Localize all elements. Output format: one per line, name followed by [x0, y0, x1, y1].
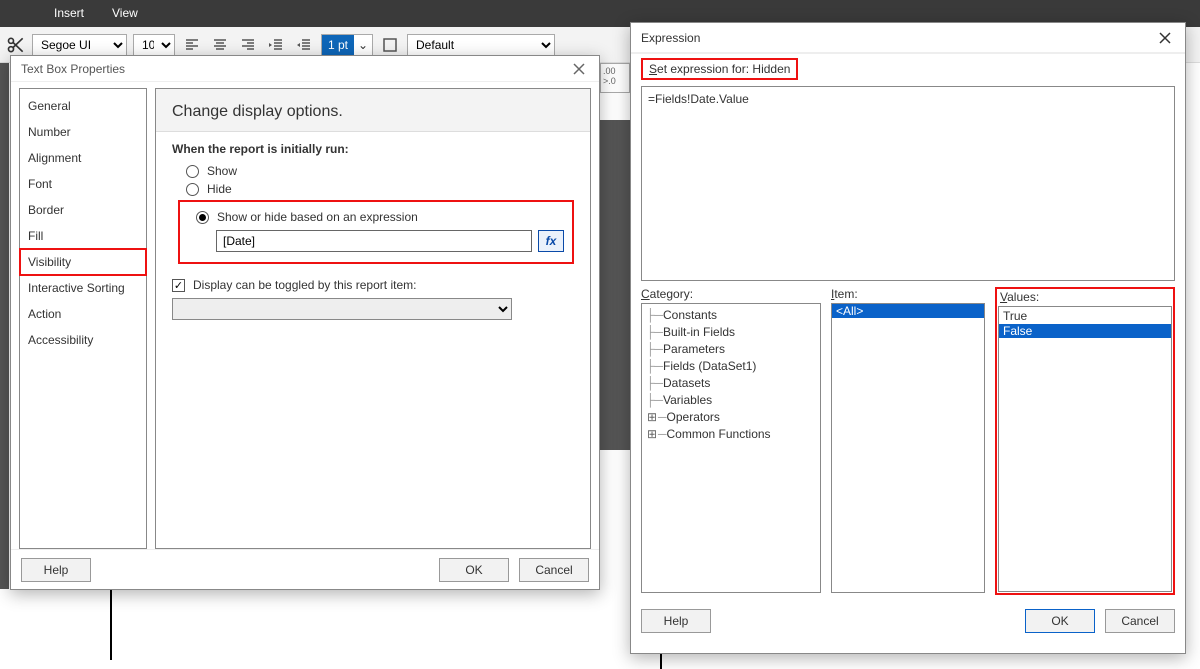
radio-hide[interactable] [186, 183, 199, 196]
dialog-title: Expression [641, 31, 700, 45]
close-button[interactable] [569, 59, 589, 79]
nav-alignment[interactable]: Alignment [20, 145, 146, 171]
visibility-panel: Change display options. When the report … [155, 88, 591, 549]
align-left-icon[interactable] [181, 34, 203, 56]
toggle-checkbox-label: Display can be toggled by this report it… [193, 278, 416, 292]
line-width-combo[interactable]: 1 pt ⌄ [321, 34, 373, 56]
line-width-value: 1 pt [322, 35, 354, 55]
values-list[interactable]: True False [998, 306, 1172, 592]
nav-border[interactable]: Border [20, 197, 146, 223]
design-surface-fragment [0, 63, 9, 589]
border-style-icon[interactable] [379, 34, 401, 56]
expression-editor[interactable]: =Fields!Date.Value [641, 86, 1175, 281]
initial-run-label: When the report is initially run: [172, 142, 574, 156]
ruler-fragment: .00 >.0 [600, 63, 630, 93]
help-button[interactable]: Help [641, 609, 711, 633]
radio-expression-label: Show or hide based on an expression [217, 210, 418, 224]
nav-accessibility[interactable]: Accessibility [20, 327, 146, 353]
dialog-title: Text Box Properties [21, 62, 125, 76]
cut-icon[interactable] [6, 35, 26, 55]
nav-number[interactable]: Number [20, 119, 146, 145]
nav-action[interactable]: Action [20, 301, 146, 327]
font-size-combo[interactable]: 10 [133, 34, 175, 56]
expression-highlight: Show or hide based on an expression fx [178, 200, 574, 264]
radio-hide-label: Hide [207, 182, 232, 196]
set-expression-for-label: Set expression for: Hidden [641, 58, 798, 80]
nav-visibility[interactable]: Visibility [20, 249, 146, 275]
panel-heading: Change display options. [156, 89, 590, 132]
cancel-button[interactable]: Cancel [1105, 609, 1175, 633]
menu-view[interactable]: View [98, 0, 152, 27]
category-tree[interactable]: ├─Constants ├─Built-in Fields ├─Paramete… [641, 303, 821, 593]
nav-interactive-sorting[interactable]: Interactive Sorting [20, 275, 146, 301]
cat-fields-dataset1[interactable]: Fields (DataSet1) [663, 359, 756, 373]
align-right-icon[interactable] [237, 34, 259, 56]
radio-expression[interactable] [196, 211, 209, 224]
design-surface-fragment [600, 120, 630, 450]
nav-general[interactable]: General [20, 93, 146, 119]
decrease-indent-icon[interactable] [265, 34, 287, 56]
radio-show[interactable] [186, 165, 199, 178]
align-center-icon[interactable] [209, 34, 231, 56]
radio-show-label: Show [207, 164, 237, 178]
item-list[interactable]: <All> [831, 303, 985, 593]
value-false[interactable]: False [999, 324, 1171, 338]
cat-builtin-fields[interactable]: Built-in Fields [663, 325, 735, 339]
fx-button[interactable]: fx [538, 230, 564, 252]
cat-variables[interactable]: Variables [663, 393, 712, 407]
textbox-properties-dialog: Text Box Properties General Number Align… [10, 55, 600, 590]
expression-textbox[interactable] [216, 230, 532, 252]
annotation-arrow [110, 590, 112, 660]
style-combo[interactable]: Default [407, 34, 555, 56]
cat-operators[interactable]: Operators [667, 410, 720, 424]
value-true[interactable]: True [999, 307, 1171, 324]
increase-indent-icon[interactable] [293, 34, 315, 56]
toggle-checkbox[interactable]: ✓ [172, 279, 185, 292]
close-button[interactable] [1155, 28, 1175, 48]
ok-button[interactable]: OK [1025, 609, 1095, 633]
cancel-button[interactable]: Cancel [519, 558, 589, 582]
toggle-item-combo[interactable] [172, 298, 512, 320]
item-all[interactable]: <All> [832, 304, 984, 318]
ok-button[interactable]: OK [439, 558, 509, 582]
nav-fill[interactable]: Fill [20, 223, 146, 249]
cat-parameters[interactable]: Parameters [663, 342, 725, 356]
cat-datasets[interactable]: Datasets [663, 376, 710, 390]
cat-common-functions[interactable]: Common Functions [667, 427, 771, 441]
annotation-arrow [660, 654, 662, 669]
expression-dialog: Expression Set expression for: Hidden =F… [630, 22, 1186, 654]
font-name-combo[interactable]: Segoe UI [32, 34, 127, 56]
chevron-down-icon: ⌄ [354, 38, 372, 52]
menu-insert[interactable]: Insert [40, 0, 98, 27]
nav-font[interactable]: Font [20, 171, 146, 197]
cat-constants[interactable]: Constants [663, 308, 717, 322]
category-nav: General Number Alignment Font Border Fil… [19, 88, 147, 549]
help-button[interactable]: Help [21, 558, 91, 582]
